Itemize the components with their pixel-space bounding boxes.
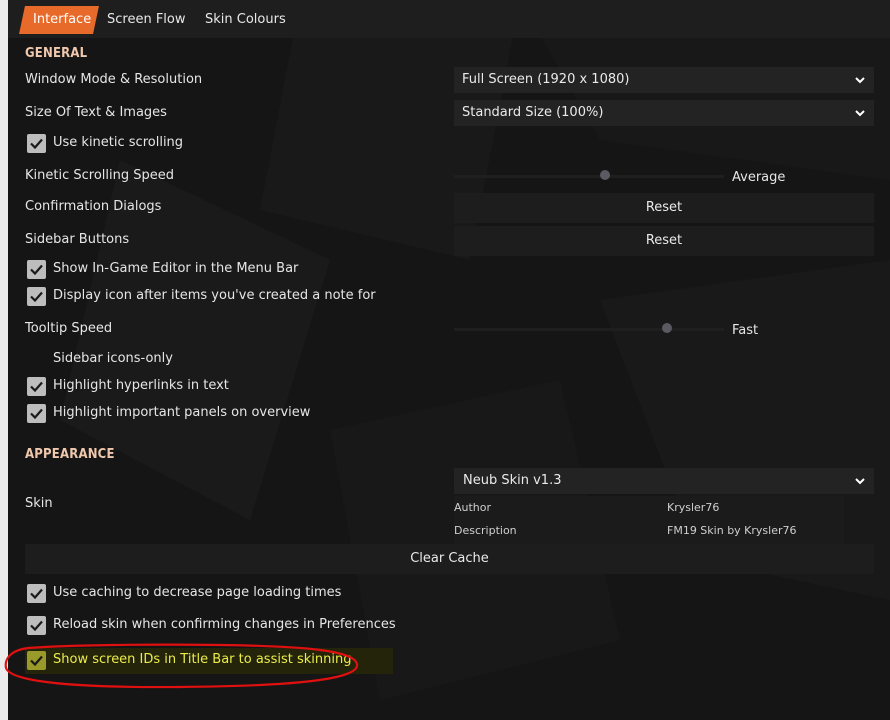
reset-sidebar-buttons-button[interactable]: Reset (454, 226, 874, 256)
text-size-label: Size Of Text & Images (25, 105, 167, 120)
skin-info-panel: Author Krysler76 Description FM19 Skin b… (454, 496, 844, 544)
tooltip-speed-label: Tooltip Speed (25, 321, 113, 336)
tooltip-speed-slider[interactable] (454, 320, 724, 338)
tab-interface[interactable]: Interface (19, 6, 99, 34)
show-screen-ids-checkbox[interactable] (27, 651, 46, 670)
note-icon-label[interactable]: Display icon after items you've created … (53, 288, 376, 303)
slider-track (454, 175, 724, 178)
chevron-down-icon (855, 110, 865, 117)
window-edge (0, 0, 8, 720)
ingame-editor-label[interactable]: Show In-Game Editor in the Menu Bar (53, 261, 298, 276)
skin-value: Neub Skin v1.3 (463, 473, 562, 488)
window-mode-label: Window Mode & Resolution (25, 72, 203, 87)
kinetic-scrolling-checkbox[interactable] (27, 134, 46, 153)
tab-skin-colours[interactable]: Skin Colours (194, 6, 297, 34)
preferences-panel: GENERAL Window Mode & Resolution Full Sc… (8, 38, 890, 720)
show-screen-ids-label[interactable]: Show screen IDs in Title Bar to assist s… (53, 652, 351, 667)
text-size-dropdown[interactable]: Standard Size (100%) (454, 100, 874, 126)
checkmark-icon (30, 291, 43, 303)
reload-skin-checkbox[interactable] (27, 616, 46, 635)
sidebar-icons-only-label[interactable]: Sidebar icons-only (53, 351, 173, 366)
skin-author-key: Author (454, 501, 492, 514)
tab-label: Interface (33, 12, 92, 27)
checkmark-icon (30, 138, 43, 150)
reset-confirmation-dialogs-button[interactable]: Reset (454, 193, 874, 223)
kinetic-speed-label: Kinetic Scrolling Speed (25, 168, 174, 183)
highlight-hyperlinks-checkbox[interactable] (27, 377, 46, 396)
skin-description-value: FM19 Skin by Krysler76 (667, 524, 797, 537)
chevron-down-icon (855, 478, 865, 485)
sidebar-buttons-label: Sidebar Buttons (25, 232, 130, 247)
appearance-section-header: APPEARANCE (25, 447, 115, 462)
kinetic-scrolling-label[interactable]: Use kinetic scrolling (53, 135, 183, 150)
slider-knob[interactable] (600, 170, 611, 180)
chevron-down-icon (855, 77, 865, 84)
slider-knob[interactable] (662, 323, 673, 333)
skin-description-key: Description (454, 524, 517, 537)
window-mode-dropdown[interactable]: Full Screen (1920 x 1080) (454, 67, 874, 93)
highlight-panels-label[interactable]: Highlight important panels on overview (53, 405, 310, 420)
skin-label: Skin (25, 496, 53, 511)
slider-track (454, 328, 724, 331)
checkmark-icon (30, 588, 43, 600)
tab-label: Screen Flow (107, 12, 186, 27)
tab-label: Skin Colours (205, 12, 286, 27)
tooltip-speed-value: Fast (732, 323, 759, 338)
reload-skin-label[interactable]: Reload skin when confirming changes in P… (53, 617, 396, 632)
checkmark-icon (30, 408, 43, 420)
clear-cache-button[interactable]: Clear Cache (25, 544, 874, 574)
checkmark-icon (30, 655, 43, 667)
sidebar-icons-only-checkbox[interactable] (27, 350, 46, 369)
show-screen-ids-option: Show screen IDs in Title Bar to assist s… (25, 648, 393, 674)
checkmark-icon (30, 264, 43, 276)
tab-screen-flow[interactable]: Screen Flow (96, 6, 197, 34)
tab-bar: Interface Screen Flow Skin Colours (8, 0, 890, 38)
ingame-editor-checkbox[interactable] (27, 260, 46, 279)
text-size-value: Standard Size (100%) (462, 105, 604, 120)
general-section-header: GENERAL (25, 46, 88, 61)
highlight-hyperlinks-label[interactable]: Highlight hyperlinks in text (53, 378, 229, 393)
window-mode-value: Full Screen (1920 x 1080) (462, 72, 630, 87)
checkmark-icon (30, 620, 43, 632)
use-caching-label[interactable]: Use caching to decrease page loading tim… (53, 585, 341, 600)
note-icon-checkbox[interactable] (27, 287, 46, 306)
kinetic-speed-slider[interactable] (454, 167, 724, 185)
kinetic-speed-value: Average (732, 170, 786, 185)
checkmark-icon (30, 381, 43, 393)
skin-dropdown[interactable]: Neub Skin v1.3 (454, 468, 874, 494)
use-caching-checkbox[interactable] (27, 584, 46, 603)
confirmation-dialogs-label: Confirmation Dialogs (25, 199, 162, 214)
skin-author-value: Krysler76 (667, 501, 720, 514)
highlight-panels-checkbox[interactable] (27, 404, 46, 423)
